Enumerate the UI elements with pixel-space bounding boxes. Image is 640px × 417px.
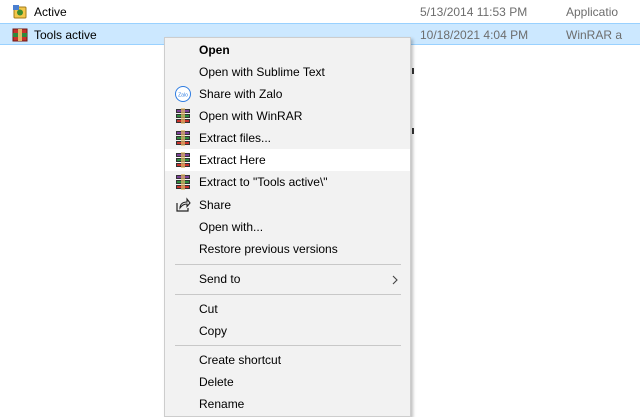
menu-item-extract-files[interactable]: Extract files... xyxy=(165,127,410,149)
svg-text:Zalo: Zalo xyxy=(178,93,188,99)
share-icon xyxy=(175,197,191,213)
menu-item-create-shortcut[interactable]: Create shortcut xyxy=(165,349,410,371)
menu-item-share-with-zalo[interactable]: Zalo Share with Zalo xyxy=(165,83,410,105)
file-name: Tools active xyxy=(34,28,97,42)
menu-item-label: Copy xyxy=(199,324,228,338)
menu-separator xyxy=(175,294,401,295)
file-name: Active xyxy=(34,5,67,19)
menu-item-label: Extract Here xyxy=(199,153,266,167)
file-type: Applicatio xyxy=(566,5,619,19)
menu-item-label: Create shortcut xyxy=(199,353,282,367)
menu-item-label: Share xyxy=(199,198,232,212)
menu-item-restore-previous-versions[interactable]: Restore previous versions xyxy=(165,238,410,260)
menu-item-label: Cut xyxy=(199,302,218,316)
file-row-active[interactable]: Active 5/13/2014 11:53 PM Applicatio xyxy=(0,1,640,23)
file-type: WinRAR a xyxy=(566,28,623,42)
menu-item-open[interactable]: Open xyxy=(165,39,410,61)
context-menu: Open Open with Sublime Text Zalo Share w… xyxy=(164,37,411,417)
menu-item-open-with-sublime[interactable]: Open with Sublime Text xyxy=(165,61,410,83)
menu-item-label: Share with Zalo xyxy=(199,87,283,101)
menu-item-label: Restore previous versions xyxy=(199,242,338,256)
menu-item-label: Open with WinRAR xyxy=(199,109,303,123)
menu-separator xyxy=(175,345,401,346)
background-fragment xyxy=(412,68,414,74)
menu-item-label: Extract to "Tools active\" xyxy=(199,175,328,189)
menu-item-label: Extract files... xyxy=(199,131,272,145)
chevron-right-icon xyxy=(390,274,400,285)
menu-item-extract-to[interactable]: Extract to "Tools active\" xyxy=(165,171,410,193)
menu-item-share[interactable]: Share xyxy=(165,194,410,216)
file-date: 10/18/2021 4:04 PM xyxy=(420,28,529,42)
menu-item-delete[interactable]: Delete xyxy=(165,371,410,393)
menu-item-label: Open with Sublime Text xyxy=(199,65,325,79)
menu-item-send-to[interactable]: Send to xyxy=(165,268,410,290)
menu-item-label: Send to xyxy=(199,272,241,286)
menu-separator xyxy=(175,264,401,265)
menu-item-cut[interactable]: Cut xyxy=(165,298,410,320)
app-icon xyxy=(12,4,28,20)
menu-item-open-with[interactable]: Open with... xyxy=(165,216,410,238)
zalo-icon: Zalo xyxy=(175,86,191,102)
menu-item-extract-here[interactable]: Extract Here xyxy=(165,149,410,171)
menu-item-rename[interactable]: Rename xyxy=(165,393,410,415)
menu-item-copy[interactable]: Copy xyxy=(165,320,410,342)
menu-item-label: Rename xyxy=(199,397,245,411)
menu-item-label: Open xyxy=(199,43,230,57)
menu-item-label: Open with... xyxy=(199,220,264,234)
menu-item-label: Delete xyxy=(199,375,234,389)
menu-item-open-with-winrar[interactable]: Open with WinRAR xyxy=(165,105,410,127)
file-date: 5/13/2014 11:53 PM xyxy=(420,5,528,19)
winrar-archive-icon xyxy=(12,27,28,43)
background-fragment xyxy=(412,128,414,134)
